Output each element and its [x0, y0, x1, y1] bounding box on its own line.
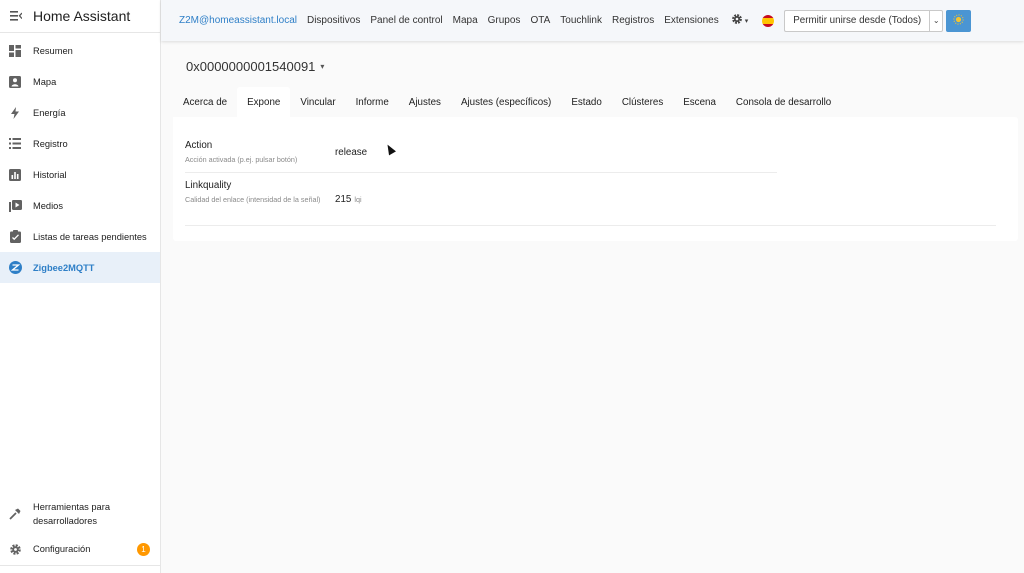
sidebar-nav: Resumen Mapa Energía Registro Historial …: [0, 33, 160, 283]
nav-grupos[interactable]: Grupos: [488, 15, 521, 26]
expose-value-text: release: [335, 147, 368, 158]
nav-panel-de-control[interactable]: Panel de control: [370, 15, 442, 26]
sidebar-item-listas[interactable]: Listas de tareas pendientes: [0, 221, 160, 252]
tab-informe[interactable]: Informe: [346, 87, 399, 117]
sidebar-item-label: Herramientas para desarrolladores: [33, 502, 110, 526]
expose-unit: lqi: [354, 195, 362, 204]
sidebar-header: Home Assistant: [0, 0, 160, 33]
media-icon: [8, 199, 22, 213]
tab-ajustes[interactable]: Ajustes: [399, 87, 451, 117]
lightning-icon: [8, 106, 22, 120]
menu-collapse-icon[interactable]: [9, 9, 23, 23]
brand-link[interactable]: Z2M@homeassistant.local: [179, 15, 297, 26]
chart-icon: [8, 168, 22, 182]
sidebar-item-label: Energía: [33, 107, 66, 118]
nav-dispositivos[interactable]: Dispositivos: [307, 15, 360, 26]
hammer-icon: [8, 507, 22, 521]
tab-estado[interactable]: Estado: [561, 87, 612, 117]
device-tabs: Acerca de Expone Vincular Informe Ajuste…: [173, 87, 841, 117]
tab-ajustes-especificos[interactable]: Ajustes (específicos): [451, 87, 561, 117]
notification-badge: 1: [137, 542, 150, 556]
expose-description: Acción activada (p.ej. pulsar botón): [185, 155, 298, 164]
spain-flag-icon[interactable]: [762, 14, 775, 27]
expose-row-linkquality: Linkquality Calidad del enlace (intensid…: [185, 180, 362, 205]
sidebar-item-registro[interactable]: Registro: [0, 128, 160, 159]
tab-acerca-de[interactable]: Acerca de: [173, 87, 237, 117]
sidebar-item-medios[interactable]: Medios: [0, 190, 160, 221]
expose-name: Linkquality: [185, 180, 232, 191]
sidebar-item-zigbee2mqtt[interactable]: Zigbee2MQTT: [0, 252, 160, 283]
gear-icon: [731, 13, 743, 28]
map-icon: [8, 75, 22, 89]
sidebar-item-historial[interactable]: Historial: [0, 159, 160, 190]
permit-join-dropdown[interactable]: ⌄: [929, 9, 944, 32]
chevron-down-icon: ▾: [320, 62, 325, 71]
sidebar-item-configuracion[interactable]: Configuración 1: [0, 533, 160, 565]
row-divider: [185, 172, 777, 173]
sidebar-divider: [0, 565, 160, 573]
sidebar-item-label: Medios: [33, 200, 63, 211]
top-navbar: Z2M@homeassistant.local Dispositivos Pan…: [161, 0, 1024, 41]
sidebar-item-resumen[interactable]: Resumen: [0, 35, 160, 66]
tab-vincular[interactable]: Vincular: [290, 87, 345, 117]
list-icon: [8, 137, 22, 151]
sidebar-item-label: Listas de tareas pendientes: [33, 231, 147, 242]
app-title: Home Assistant: [33, 8, 131, 24]
expose-name: Action: [185, 140, 213, 151]
tab-expone[interactable]: Expone: [237, 87, 291, 117]
zigbee-icon: [8, 261, 22, 275]
expose-description: Calidad del enlace (intensidad de la señ…: [185, 195, 321, 204]
settings-dropdown[interactable]: ▾: [731, 13, 749, 28]
theme-toggle-button[interactable]: [946, 9, 972, 32]
sun-icon: [953, 12, 964, 30]
permit-join-group: Permitir unirse desde (Todos) ⌄: [784, 9, 944, 32]
sidebar-item-energia[interactable]: Energía: [0, 97, 160, 128]
nav-mapa[interactable]: Mapa: [453, 15, 478, 26]
expose-value-text: 215: [335, 194, 352, 205]
expose-value: release: [335, 147, 367, 158]
sidebar-bottom: Herramientas para desarrolladores Config…: [0, 495, 160, 573]
exposes-card: Action Acción activada (p.ej. pulsar bot…: [173, 117, 1018, 241]
sidebar-item-label: Zigbee2MQTT: [33, 262, 95, 273]
dashboard-icon: [8, 44, 22, 58]
nav-ota[interactable]: OTA: [530, 15, 550, 26]
device-selector[interactable]: 0x0000000001540091 ▾: [186, 59, 324, 74]
sidebar-item-label: Mapa: [33, 76, 57, 87]
device-name: 0x0000000001540091: [186, 59, 316, 74]
tab-clusteres[interactable]: Clústeres: [612, 87, 673, 117]
nav-extensiones[interactable]: Extensiones: [664, 15, 718, 26]
chevron-down-icon: ▾: [744, 17, 749, 25]
sidebar-item-herramientas[interactable]: Herramientas para desarrolladores: [0, 495, 160, 533]
row-divider: [185, 225, 996, 226]
sidebar: Home Assistant Resumen Mapa Energía Regi…: [0, 0, 161, 573]
sidebar-item-mapa[interactable]: Mapa: [0, 66, 160, 97]
tab-consola-de-desarrollo[interactable]: Consola de desarrollo: [726, 87, 841, 117]
permit-join-button[interactable]: Permitir unirse desde (Todos): [784, 9, 930, 32]
expose-value: 215 lqi: [335, 194, 362, 205]
tab-escena[interactable]: Escena: [673, 87, 726, 117]
sidebar-item-label: Configuración: [33, 544, 91, 554]
sidebar-item-label: Historial: [33, 169, 67, 180]
gear-icon: [8, 542, 22, 556]
sidebar-item-label: Registro: [33, 138, 68, 149]
nav-registros[interactable]: Registros: [612, 15, 654, 26]
sidebar-item-label: Resumen: [33, 45, 73, 56]
nav-touchlink[interactable]: Touchlink: [560, 15, 602, 26]
chevron-down-icon: ⌄: [932, 16, 940, 25]
expose-row-action: Action Acción activada (p.ej. pulsar bot…: [185, 140, 367, 165]
clipboard-icon: [8, 230, 22, 244]
